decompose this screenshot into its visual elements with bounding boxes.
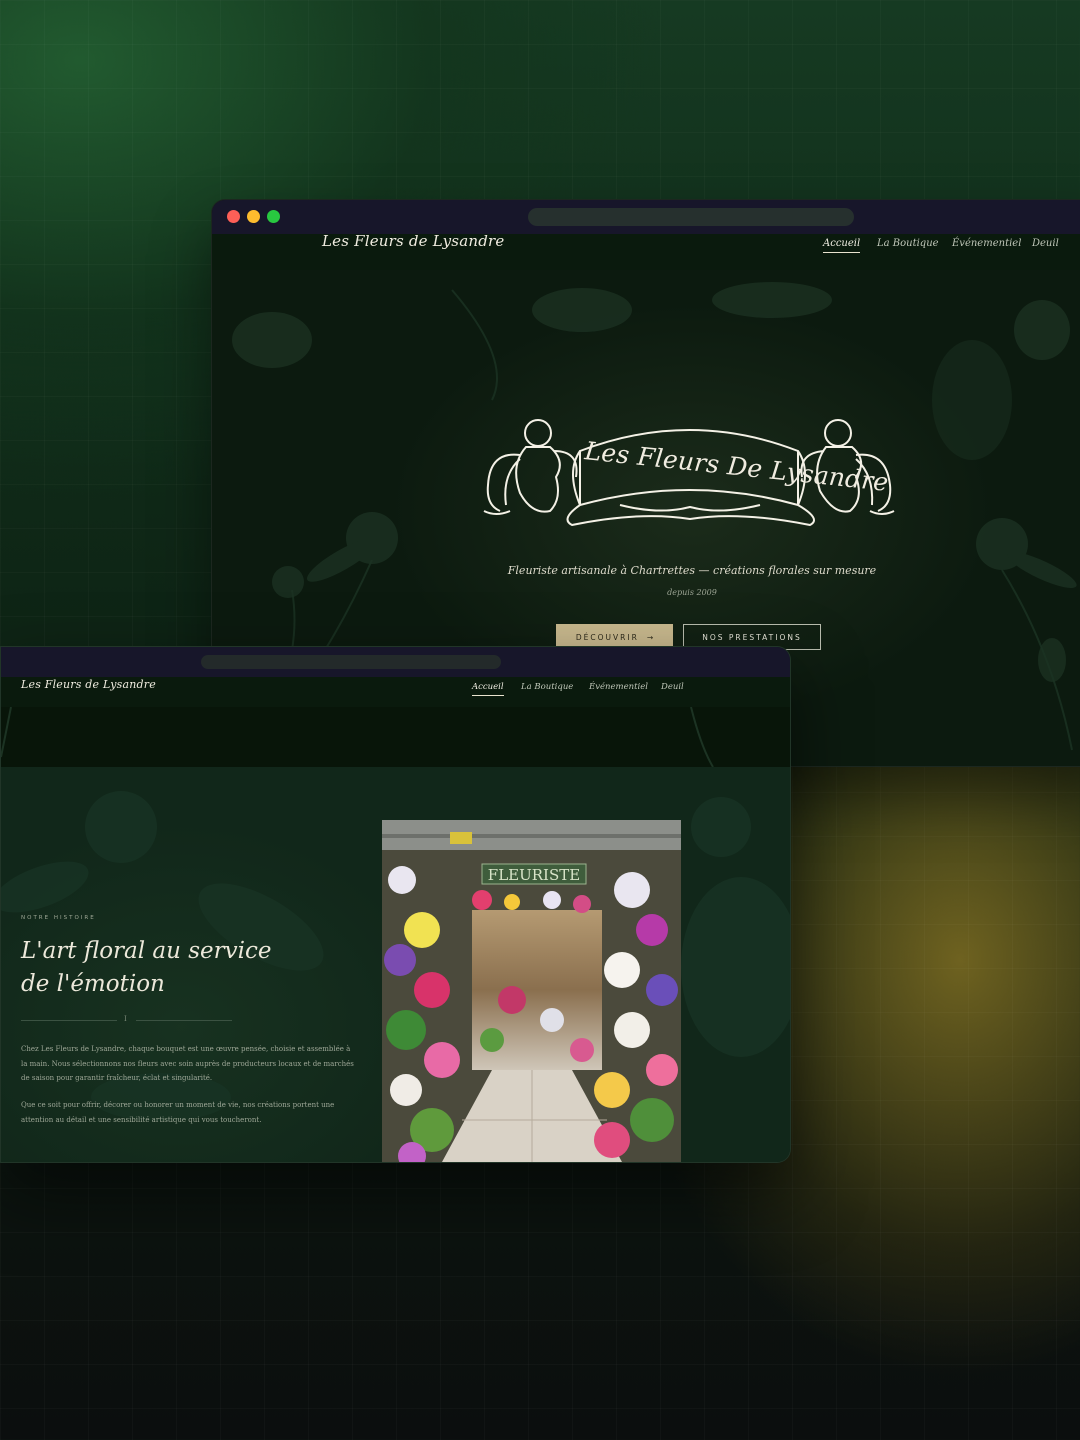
url-bar-front[interactable] [201, 655, 501, 669]
nav-boutique[interactable]: La Boutique [877, 238, 939, 249]
hero-strip [1, 707, 790, 768]
minimize-dot[interactable] [247, 210, 260, 223]
browser-window-story: Les Fleurs de Lysandre Accueil La Boutiq… [0, 646, 791, 1163]
url-bar[interactable] [528, 208, 854, 226]
browser-titlebar-front [1, 647, 790, 677]
nav-evenementiel[interactable]: Événementiel [952, 238, 1021, 249]
nav-evenementiel-front[interactable]: Événementiel [589, 682, 648, 692]
shop-photo-illustration: FLEURISTE [382, 820, 681, 1162]
close-dot[interactable] [227, 210, 240, 223]
maximize-dot[interactable] [267, 210, 280, 223]
nav-accueil-front[interactable]: Accueil [472, 682, 504, 696]
nav-deuil-front[interactable]: Deuil [661, 682, 684, 692]
shop-sign-text: FLEURISTE [488, 866, 580, 884]
site-logo-front[interactable]: Les Fleurs de Lysandre [21, 678, 156, 691]
story-eyebrow: NOTRE HISTOIRE [21, 915, 96, 921]
paragraph-line: attention au détail et une sensibilité a… [21, 1115, 262, 1124]
discover-button-label: DÉCOUVRIR [575, 632, 639, 642]
divider-mark: I [124, 1015, 127, 1023]
paragraph-line: de saison pour garantir fraîcheur, éclat… [21, 1074, 213, 1082]
hero-since: depuis 2009 [667, 588, 717, 597]
services-button-label: NOS PRESTATIONS [702, 632, 802, 642]
story-paragraph-1: Chez Les Fleurs de Lysandre, chaque bouq… [21, 1042, 354, 1086]
paragraph-line: la main. Nous sélectionnons nos fleurs a… [21, 1059, 354, 1068]
paragraph-line: Que ce soit pour offrir, décorer ou hono… [21, 1101, 335, 1109]
strip-botanical [1, 707, 714, 767]
divider-right [136, 1020, 232, 1021]
shop-photo: FLEURISTE [382, 820, 681, 1162]
site-navbar-front: Les Fleurs de Lysandre Accueil La Boutiq… [1, 677, 790, 708]
site-navbar: Les Fleurs de Lysandre Accueil La Boutiq… [212, 232, 1080, 271]
story-heading-line1: L'art floral au service [21, 938, 272, 964]
nav-deuil[interactable]: Deuil [1032, 238, 1059, 249]
story-heading-line2: de l'émotion [21, 971, 165, 997]
arrow-right-icon: → [646, 632, 654, 642]
nav-accueil[interactable]: Accueil [823, 238, 861, 253]
paragraph-line: Chez Les Fleurs de Lysandre, chaque bouq… [21, 1045, 351, 1053]
hero-tagline: Fleuriste artisanale à Chartrettes — cré… [507, 564, 877, 577]
divider-left [21, 1020, 117, 1021]
browser-titlebar [212, 200, 1080, 234]
nav-boutique-front[interactable]: La Boutique [521, 682, 573, 692]
story-paragraph-2: Que ce soit pour offrir, décorer ou hono… [21, 1098, 334, 1127]
site-logo[interactable]: Les Fleurs de Lysandre [322, 232, 504, 250]
